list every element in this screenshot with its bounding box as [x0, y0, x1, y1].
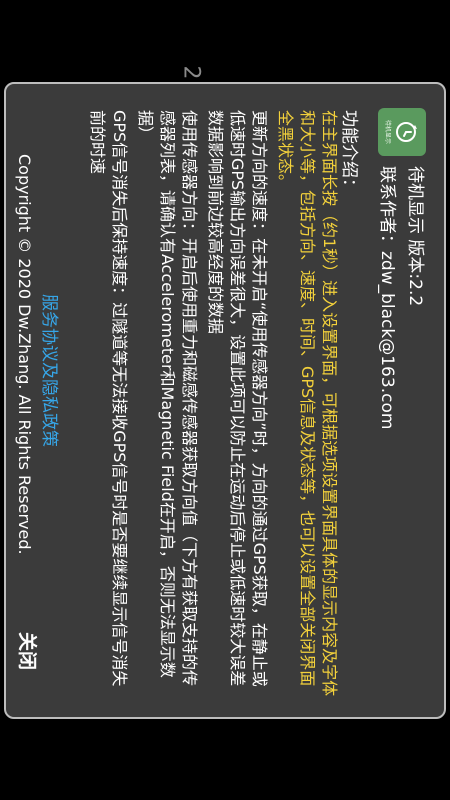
about-dialog: 待机显示 待机显示 版本:2.2 联系作者：zdw_black@163.com … — [4, 82, 446, 719]
dialog-title: 待机显示 版本:2.2 — [405, 166, 425, 307]
app-icon: 待机显示 — [378, 108, 426, 156]
feature-intro-heading: 功能介绍： — [339, 110, 359, 195]
close-button[interactable]: 关闭 — [15, 632, 42, 670]
privacy-policy-link[interactable]: 服务协议及隐私政策 — [39, 294, 64, 447]
app-icon-label: 待机显示 — [384, 119, 391, 144]
feature-paragraph-sensor-direction: 使用传感器方向：开启后使用重力和磁感传感器获取方向值（下方有获取支持的传感器列表… — [136, 110, 199, 687]
feature-paragraph-gps-keep-speed: GPS信号消失后保持速度：过隧道等无法接收GPS信号时是否要继续显示信号消失前的… — [88, 110, 129, 687]
screen: 2 待机显示 待机显示 版本:2.2 联系作者：zdw_black@163.co… — [0, 0, 450, 800]
contact-author: 联系作者：zdw_black@163.com — [377, 166, 397, 430]
feature-paragraph-direction-speed: 更新方向的速度：在未开启“使用传感器方向”时，方向的通过GPS获取，在静止或低速… — [206, 110, 269, 687]
copyright-text: Copyright © 2020 Dw.Zhang. All Rights Re… — [15, 154, 34, 555]
about-dialog-frame: 待机显示 待机显示 版本:2.2 联系作者：zdw_black@163.com … — [4, 82, 446, 719]
background-page-number: 2 — [178, 65, 204, 80]
feature-paragraph-settings: 在主界面长按（约1秒）进入设置界面，可根据选项设置界面具体的显示内容及字体和大小… — [276, 110, 339, 697]
clock-arrow-icon — [396, 122, 417, 142]
